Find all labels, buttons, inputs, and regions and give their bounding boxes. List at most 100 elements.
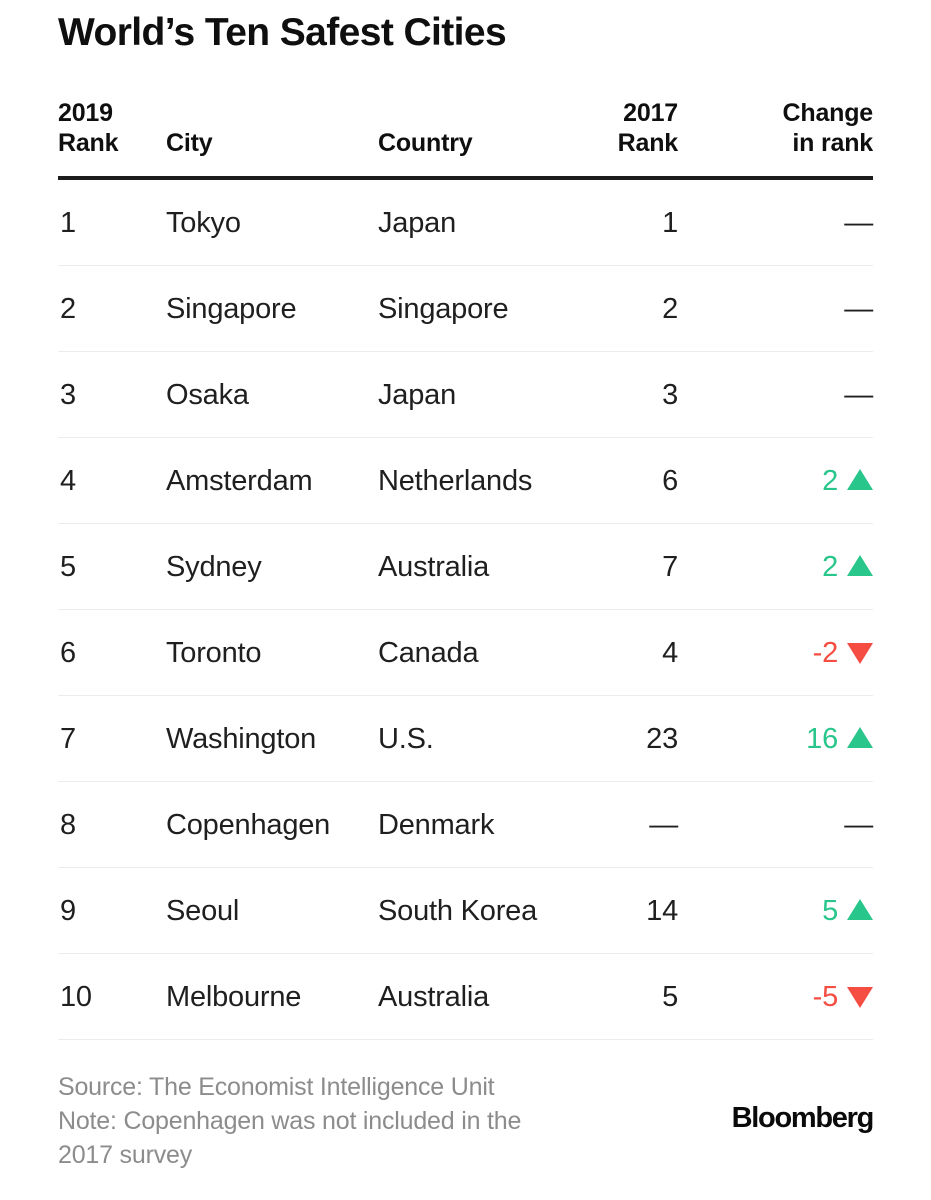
table-body: 1 Tokyo Japan 1 — 2 Singapore Singapore 2 — 3 Osaka…: [58, 180, 873, 1040]
table-row: 10 Melbourne Australia 5 -5: [58, 954, 873, 1040]
change-indicator: —: [844, 808, 873, 842]
cell-change-in-rank: -5: [698, 980, 873, 1014]
page-title: World’s Ten Safest Cities: [58, 11, 507, 54]
change-value: -2: [812, 636, 839, 669]
cell-rank-2019: 7: [60, 722, 76, 755]
table-row: 7 Washington U.S. 23 16: [58, 696, 873, 782]
cell-city: Seoul: [166, 894, 240, 927]
change-indicator: 16: [806, 722, 873, 756]
column-header-change-in-rank: Change in rank: [782, 99, 874, 157]
cell-rank-2017: 2: [662, 292, 678, 325]
cell-country: Japan: [378, 206, 457, 239]
change-value: —: [844, 292, 873, 325]
cell-country: Japan: [378, 378, 457, 411]
change-indicator: —: [844, 292, 873, 326]
change-indicator: —: [844, 206, 873, 240]
triangle-up-icon: [847, 727, 873, 748]
cell-change-in-rank: 5: [698, 894, 873, 928]
cell-rank-2019: 4: [60, 464, 76, 497]
cell-rank-2017: 5: [662, 980, 678, 1013]
cell-rank-2019: 2: [60, 292, 76, 325]
cell-rank-2017: —: [649, 808, 678, 841]
cell-city: Osaka: [166, 378, 249, 411]
cell-rank-2017: 23: [646, 722, 678, 755]
table-row: 6 Toronto Canada 4 -2: [58, 610, 873, 696]
table-row: 1 Tokyo Japan 1 —: [58, 180, 873, 266]
change-indicator: 2: [822, 464, 873, 498]
change-value: -5: [812, 980, 839, 1013]
cell-change-in-rank: 2: [698, 550, 873, 584]
table-header-row: 2019 Rank City Country 2017 Rank Change …: [58, 90, 873, 176]
footer: Source: The Economist Intelligence Unit …: [58, 1070, 875, 1172]
cell-rank-2019: 8: [60, 808, 76, 841]
cell-country: Denmark: [378, 808, 495, 841]
source-line-3: 2017 survey: [58, 1141, 192, 1169]
table-row: 2 Singapore Singapore 2 —: [58, 266, 873, 352]
cell-change-in-rank: —: [698, 378, 873, 412]
cell-city: Singapore: [166, 292, 297, 325]
cell-rank-2017: 3: [662, 378, 678, 411]
change-indicator: —: [844, 378, 873, 412]
safest-cities-table: 2019 Rank City Country 2017 Rank Change …: [58, 90, 873, 1040]
column-header-city: City: [166, 129, 213, 157]
cell-country: South Korea: [378, 894, 538, 927]
change-indicator: 5: [822, 894, 873, 928]
triangle-up-icon: [847, 555, 873, 576]
triangle-up-icon: [847, 899, 873, 920]
column-header-rank-2017: 2017 Rank: [617, 99, 679, 157]
table-row: 9 Seoul South Korea 14 5: [58, 868, 873, 954]
change-value: 2: [822, 464, 838, 497]
cell-rank-2019: 5: [60, 550, 76, 583]
triangle-up-icon: [847, 469, 873, 490]
cell-change-in-rank: —: [698, 292, 873, 326]
bloomberg-logo: Bloomberg: [731, 1102, 875, 1134]
change-value: —: [844, 206, 873, 239]
table-row: 5 Sydney Australia 7 2: [58, 524, 873, 610]
change-indicator: -2: [813, 636, 873, 670]
source-note: Source: The Economist Intelligence Unit …: [58, 1070, 521, 1172]
change-value: 16: [806, 722, 838, 755]
cell-country: Australia: [378, 550, 490, 583]
source-line-1: Source: The Economist Intelligence Unit: [58, 1073, 495, 1101]
cell-city: Toronto: [166, 636, 262, 669]
cell-country: Netherlands: [378, 464, 533, 497]
change-value: —: [844, 378, 873, 411]
cell-rank-2019: 3: [60, 378, 76, 411]
cell-change-in-rank: 16: [698, 722, 873, 756]
cell-country: Australia: [378, 980, 490, 1013]
cell-city: Tokyo: [166, 206, 241, 239]
column-header-country: Country: [378, 129, 473, 157]
source-line-2: Note: Copenhagen was not included in the: [58, 1107, 522, 1135]
cell-change-in-rank: —: [698, 808, 873, 842]
cell-country: Canada: [378, 636, 479, 669]
cell-rank-2019: 10: [60, 980, 92, 1013]
triangle-down-icon: [847, 987, 873, 1008]
cell-rank-2017: 4: [662, 636, 678, 669]
cell-rank-2017: 6: [662, 464, 678, 497]
cell-rank-2019: 6: [60, 636, 76, 669]
cell-rank-2017: 1: [662, 206, 678, 239]
table-row: 3 Osaka Japan 3 —: [58, 352, 873, 438]
change-value: 5: [822, 894, 838, 927]
cell-city: Copenhagen: [166, 808, 331, 841]
cell-change-in-rank: 2: [698, 464, 873, 498]
cell-rank-2017: 7: [662, 550, 678, 583]
change-value: 2: [822, 550, 838, 583]
cell-country: Singapore: [378, 292, 509, 325]
cell-city: Washington: [166, 722, 317, 755]
cell-change-in-rank: —: [698, 206, 873, 240]
cell-rank-2019: 1: [60, 206, 76, 239]
change-value: —: [844, 808, 873, 841]
change-indicator: 2: [822, 550, 873, 584]
cell-city: Sydney: [166, 550, 262, 583]
cell-city: Amsterdam: [166, 464, 313, 497]
cell-rank-2017: 14: [646, 894, 678, 927]
cell-change-in-rank: -2: [698, 636, 873, 670]
table-row: 4 Amsterdam Netherlands 6 2: [58, 438, 873, 524]
cell-city: Melbourne: [166, 980, 302, 1013]
change-indicator: -5: [813, 980, 873, 1014]
column-header-rank-2019: 2019 Rank: [58, 99, 119, 157]
table-row: 8 Copenhagen Denmark — —: [58, 782, 873, 868]
infographic-page: World’s Ten Safest Cities 2019 Rank City…: [0, 0, 931, 1200]
cell-rank-2019: 9: [60, 894, 76, 927]
